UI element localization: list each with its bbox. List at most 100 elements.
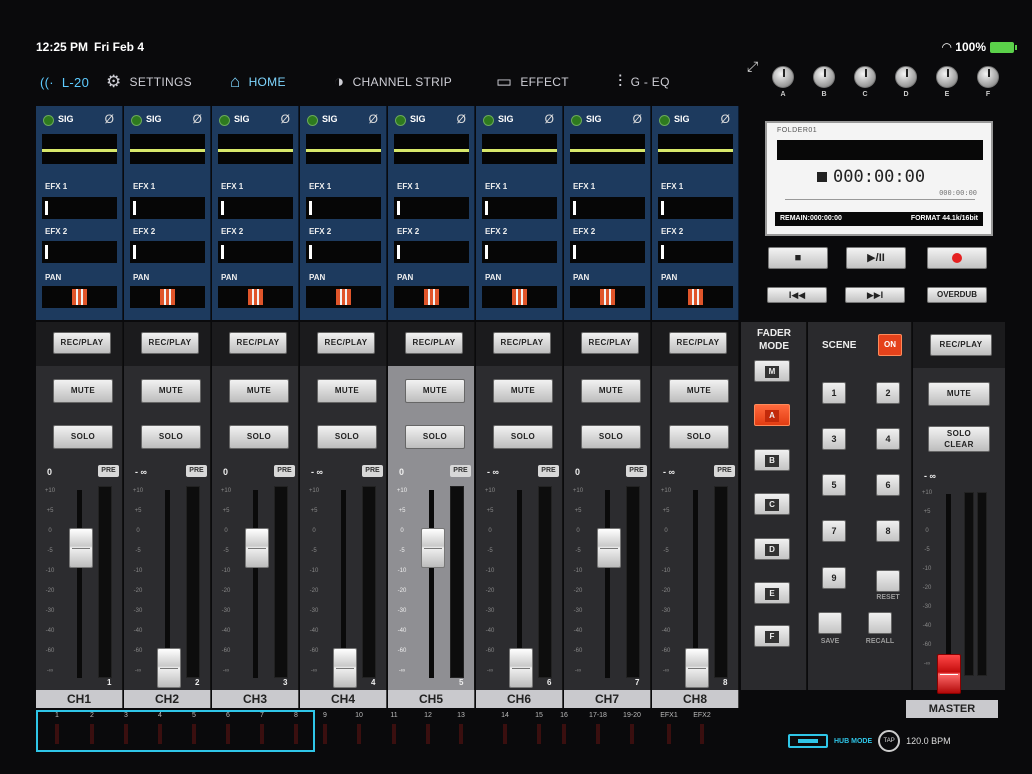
channel-8-pre-button[interactable]: PRE [714, 465, 735, 477]
channel-7-pre-button[interactable]: PRE [626, 465, 647, 477]
scene-9-button[interactable]: 9 [822, 567, 846, 589]
channel-7-mute-button[interactable]: MUTE [581, 379, 641, 403]
channel-4-mute-button[interactable]: MUTE [317, 379, 377, 403]
knob-e[interactable] [936, 66, 958, 88]
channel-8-solo-button[interactable]: SOLO [669, 425, 729, 449]
channel-6-solo-button[interactable]: SOLO [493, 425, 553, 449]
tap-tempo-button[interactable]: TAP [878, 730, 901, 752]
fader-mode-d-button[interactable]: D [754, 538, 790, 560]
channel-8-mute-button[interactable]: MUTE [669, 379, 729, 403]
channel-2-pre-button[interactable]: PRE [186, 465, 207, 477]
channel-1-fader-track[interactable] [77, 490, 82, 678]
channel-8-rec-play-button[interactable]: REC/PLAY [669, 332, 727, 354]
fader-mode-b-button[interactable]: B [754, 449, 790, 471]
scene-1-button[interactable]: 1 [822, 382, 846, 404]
rewind-button[interactable]: I◀◀ [767, 287, 827, 303]
channel-7-efx1-send[interactable] [570, 197, 645, 219]
channel-7-fader-track[interactable] [605, 490, 610, 678]
channel-1-rec-play-button[interactable]: REC/PLAY [53, 332, 111, 354]
channel-4-solo-button[interactable]: SOLO [317, 425, 377, 449]
phase-invert-icon[interactable]: Ø [721, 112, 730, 126]
channel-2-efx1-send[interactable] [130, 197, 205, 219]
phase-invert-icon[interactable]: Ø [193, 112, 202, 126]
channel-3-rec-play-button[interactable]: REC/PLAY [229, 332, 287, 354]
phase-invert-icon[interactable]: Ø [105, 112, 114, 126]
nav-settings[interactable]: ⚙ SETTINGS [106, 68, 192, 96]
phase-invert-icon[interactable]: Ø [545, 112, 554, 126]
channel-5-pre-button[interactable]: PRE [450, 465, 471, 477]
master-rec-play-button[interactable]: REC/PLAY [930, 334, 992, 356]
knob-d[interactable] [895, 66, 917, 88]
knob-c[interactable] [854, 66, 876, 88]
channel-4-pan[interactable] [306, 286, 381, 308]
nav-home[interactable]: ⌂ HOME [230, 68, 286, 96]
master-fader[interactable] [937, 654, 961, 694]
channel-6-efx1-send[interactable] [482, 197, 557, 219]
channel-5-fader-track[interactable] [429, 490, 434, 678]
scene-3-button[interactable]: 3 [822, 428, 846, 450]
channel-1-fader[interactable] [69, 528, 93, 568]
recorder-progress[interactable] [785, 199, 975, 200]
scene-reset-button[interactable] [876, 570, 900, 592]
channel-4-rec-play-button[interactable]: REC/PLAY [317, 332, 375, 354]
phase-invert-icon[interactable]: Ø [457, 112, 466, 126]
channel-3-efx2-send[interactable] [218, 241, 293, 263]
channel-1-mute-button[interactable]: MUTE [53, 379, 113, 403]
channel-5-mute-button[interactable]: MUTE [405, 379, 465, 403]
overdub-button[interactable]: OVERDUB [927, 287, 987, 303]
phase-invert-icon[interactable]: Ø [281, 112, 290, 126]
scene-7-button[interactable]: 7 [822, 520, 846, 542]
play-pause-button[interactable]: ▶/II [846, 247, 906, 269]
channel-7-solo-button[interactable]: SOLO [581, 425, 641, 449]
master-fader-track[interactable] [946, 494, 951, 670]
scene-4-button[interactable]: 4 [876, 428, 900, 450]
master-solo-clear-button[interactable]: SOLO CLEAR [928, 426, 990, 452]
channel-1-solo-button[interactable]: SOLO [53, 425, 113, 449]
channel-5-name[interactable]: CH5 [388, 690, 475, 708]
channel-6-rec-play-button[interactable]: REC/PLAY [493, 332, 551, 354]
channel-4-name[interactable]: CH4 [300, 690, 387, 708]
nav-geq[interactable]: ⫶ G - EQ [618, 68, 670, 96]
fader-mode-m-button[interactable]: M [754, 360, 790, 382]
channel-7-pan[interactable] [570, 286, 645, 308]
scene-recall-button[interactable] [868, 612, 892, 634]
channel-3-pre-button[interactable]: PRE [274, 465, 295, 477]
channel-5-rec-play-button[interactable]: REC/PLAY [405, 332, 463, 354]
nav-effect[interactable]: ▭ EFFECT [496, 68, 569, 96]
channel-6-pre-button[interactable]: PRE [538, 465, 559, 477]
knob-f[interactable] [977, 66, 999, 88]
channel-6-fader[interactable] [509, 648, 533, 688]
knob-a[interactable] [772, 66, 794, 88]
channel-8-fader[interactable] [685, 648, 709, 688]
channel-2-name[interactable]: CH2 [124, 690, 211, 708]
scene-8-button[interactable]: 8 [876, 520, 900, 542]
channel-2-fader[interactable] [157, 648, 181, 688]
channel-6-efx2-send[interactable] [482, 241, 557, 263]
channel-1-name[interactable]: CH1 [36, 690, 123, 708]
channel-2-efx2-send[interactable] [130, 241, 205, 263]
channel-3-efx1-send[interactable] [218, 197, 293, 219]
scene-on-button[interactable]: ON [878, 334, 902, 356]
channel-3-solo-button[interactable]: SOLO [229, 425, 289, 449]
phase-invert-icon[interactable]: Ø [369, 112, 378, 126]
channel-3-mute-button[interactable]: MUTE [229, 379, 289, 403]
channel-3-fader-track[interactable] [253, 490, 258, 678]
channel-2-rec-play-button[interactable]: REC/PLAY [141, 332, 199, 354]
channel-4-pre-button[interactable]: PRE [362, 465, 383, 477]
channel-7-name[interactable]: CH7 [564, 690, 651, 708]
forward-button[interactable]: ▶▶I [845, 287, 905, 303]
master-mute-button[interactable]: MUTE [928, 382, 990, 406]
channel-7-efx2-send[interactable] [570, 241, 645, 263]
channel-2-pan[interactable] [130, 286, 205, 308]
channel-4-efx1-send[interactable] [306, 197, 381, 219]
channel-7-rec-play-button[interactable]: REC/PLAY [581, 332, 639, 354]
channel-1-pre-button[interactable]: PRE [98, 465, 119, 477]
scene-6-button[interactable]: 6 [876, 474, 900, 496]
channel-1-efx1-send[interactable] [42, 197, 117, 219]
channel-3-fader[interactable] [245, 528, 269, 568]
stop-button[interactable]: ■ [768, 247, 828, 269]
channel-5-efx1-send[interactable] [394, 197, 469, 219]
channel-4-efx2-send[interactable] [306, 241, 381, 263]
channel-6-mute-button[interactable]: MUTE [493, 379, 553, 403]
channel-5-solo-button[interactable]: SOLO [405, 425, 465, 449]
